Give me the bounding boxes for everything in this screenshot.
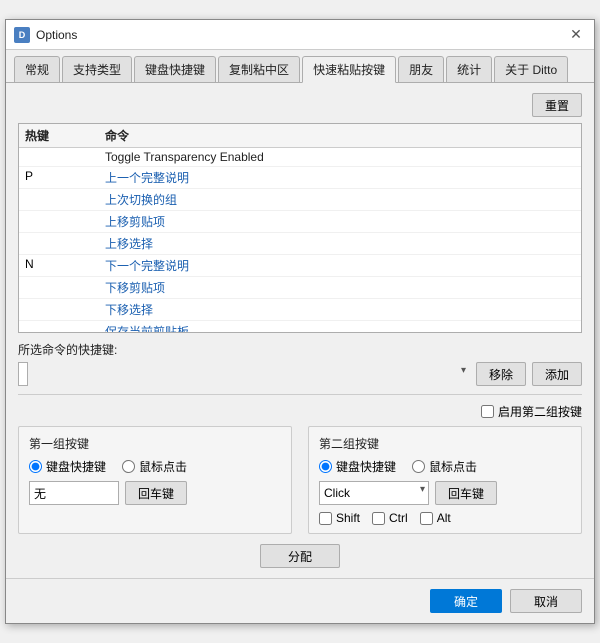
table-row[interactable]: 保存当前剪贴板	[19, 321, 581, 333]
col-command-header: 命令	[105, 127, 575, 144]
group2-dropdown-wrap: Click Double Click Middle Click Right Cl…	[319, 481, 429, 505]
table-row[interactable]: 下移剪贴项	[19, 277, 581, 299]
toolbar-row: 重置	[18, 93, 582, 117]
table-row[interactable]: 上移剪贴项	[19, 211, 581, 233]
col-hotkey-header: 热键	[25, 127, 105, 144]
group2-radio-row: 键盘快捷键 鼠标点击	[319, 458, 571, 475]
group1-mouse-radio-label[interactable]: 鼠标点击	[122, 458, 187, 475]
cancel-button[interactable]: 取消	[510, 589, 582, 613]
groups-row: 第一组按键 键盘快捷键 鼠标点击 回车键	[18, 426, 582, 534]
command-cell: 下移剪贴项	[105, 279, 575, 296]
group1-box: 第一组按键 键盘快捷键 鼠标点击 回车键	[18, 426, 292, 534]
options-window: D Options ✕ 常规 支持类型 键盘快捷键 复制粘中区 快速粘贴按键 朋…	[5, 19, 595, 624]
ctrl-checkbox-label[interactable]: Ctrl	[372, 511, 408, 525]
enable-second-group-checkbox[interactable]	[481, 405, 494, 418]
group1-keyboard-radio-label[interactable]: 键盘快捷键	[29, 458, 106, 475]
group2-mouse-radio-label[interactable]: 鼠标点击	[412, 458, 477, 475]
alt-checkbox[interactable]	[420, 512, 433, 525]
group2-modifier-row: Shift Ctrl Alt	[319, 511, 571, 525]
group2-input-row: Click Double Click Middle Click Right Cl…	[319, 481, 571, 505]
shift-checkbox-label[interactable]: Shift	[319, 511, 360, 525]
divider	[18, 394, 582, 395]
hotkey-cell: P	[25, 169, 105, 183]
tab-stats[interactable]: 统计	[446, 56, 492, 82]
close-icon[interactable]: ✕	[566, 25, 586, 45]
group2-title: 第二组按键	[319, 435, 571, 452]
alt-label: Alt	[437, 511, 451, 525]
group2-keyboard-radio[interactable]	[319, 460, 332, 473]
hotkey-cell: N	[25, 257, 105, 271]
command-cell: 上一个完整说明	[105, 169, 575, 186]
ctrl-label: Ctrl	[389, 511, 408, 525]
group1-mouse-label: 鼠标点击	[139, 458, 187, 475]
group2-dropdown[interactable]: Click Double Click Middle Click Right Cl…	[319, 481, 429, 505]
command-cell: 上次切换的组	[105, 191, 575, 208]
command-cell: 上移剪贴项	[105, 213, 575, 230]
group1-enter-key-button[interactable]: 回车键	[125, 481, 187, 505]
add-button[interactable]: 添加	[532, 362, 582, 386]
assign-button[interactable]: 分配	[260, 544, 340, 568]
shortcut-section-label: 所选命令的快捷键:	[18, 341, 582, 358]
table-header: 热键 命令	[19, 124, 581, 148]
table-row[interactable]: Toggle Transparency Enabled	[19, 148, 581, 167]
group1-keyboard-radio[interactable]	[29, 460, 42, 473]
group1-keyboard-label: 键盘快捷键	[46, 458, 106, 475]
shift-label: Shift	[336, 511, 360, 525]
table-row[interactable]: 上次切换的组	[19, 189, 581, 211]
table-row[interactable]: 上移选择	[19, 233, 581, 255]
group1-title: 第一组按键	[29, 435, 281, 452]
ctrl-checkbox[interactable]	[372, 512, 385, 525]
group2-enter-key-button[interactable]: 回车键	[435, 481, 497, 505]
command-cell: 下一个完整说明	[105, 257, 575, 274]
tab-copy-paste-zone[interactable]: 复制粘中区	[218, 56, 300, 82]
table-row[interactable]: 下移选择	[19, 299, 581, 321]
content-area: 重置 热键 命令 Toggle Transparency Enabled P 上…	[6, 83, 594, 578]
shift-checkbox[interactable]	[319, 512, 332, 525]
group1-radio-row: 键盘快捷键 鼠标点击	[29, 458, 281, 475]
tab-about[interactable]: 关于 Ditto	[494, 56, 568, 82]
enable-second-group-label[interactable]: 启用第二组按键	[481, 403, 582, 420]
group2-keyboard-radio-label[interactable]: 键盘快捷键	[319, 458, 396, 475]
command-cell: 保存当前剪贴板	[105, 323, 575, 333]
app-icon: D	[14, 27, 30, 43]
group1-mouse-radio[interactable]	[122, 460, 135, 473]
shortcut-dropdown-wrap	[18, 362, 470, 386]
group1-input-row: 回车键	[29, 481, 281, 505]
hotkey-table: 热键 命令 Toggle Transparency Enabled P 上一个完…	[18, 123, 582, 333]
command-cell: Toggle Transparency Enabled	[105, 150, 575, 164]
tab-general[interactable]: 常规	[14, 56, 60, 82]
tab-keyboard-shortcuts[interactable]: 键盘快捷键	[134, 56, 216, 82]
shortcut-row: 移除 添加	[18, 362, 582, 386]
table-row[interactable]: P 上一个完整说明	[19, 167, 581, 189]
group1-text-input[interactable]	[29, 481, 119, 505]
command-cell: 下移选择	[105, 301, 575, 318]
table-row[interactable]: N 下一个完整说明	[19, 255, 581, 277]
enable-second-group-text: 启用第二组按键	[498, 403, 582, 420]
bottom-bar: 确定 取消	[6, 578, 594, 623]
tab-support-types[interactable]: 支持类型	[62, 56, 132, 82]
window-title: Options	[36, 28, 77, 42]
group2-mouse-label: 鼠标点击	[429, 458, 477, 475]
tab-quick-paste[interactable]: 快速粘贴按键	[302, 56, 396, 83]
alt-checkbox-label[interactable]: Alt	[420, 511, 451, 525]
command-cell: 上移选择	[105, 235, 575, 252]
tab-friends[interactable]: 朋友	[398, 56, 444, 82]
assign-row: 分配	[18, 544, 582, 568]
titlebar: D Options ✕	[6, 20, 594, 50]
remove-button[interactable]: 移除	[476, 362, 526, 386]
titlebar-left: D Options	[14, 27, 77, 43]
tabs-bar: 常规 支持类型 键盘快捷键 复制粘中区 快速粘贴按键 朋友 统计 关于 Ditt…	[6, 50, 594, 83]
reset-button[interactable]: 重置	[532, 93, 582, 117]
group2-box: 第二组按键 键盘快捷键 鼠标点击 Click Doub	[308, 426, 582, 534]
group2-mouse-radio[interactable]	[412, 460, 425, 473]
shortcut-dropdown[interactable]	[18, 362, 28, 386]
group2-keyboard-label: 键盘快捷键	[336, 458, 396, 475]
ok-button[interactable]: 确定	[430, 589, 502, 613]
enable-second-group-row: 启用第二组按键	[18, 403, 582, 420]
